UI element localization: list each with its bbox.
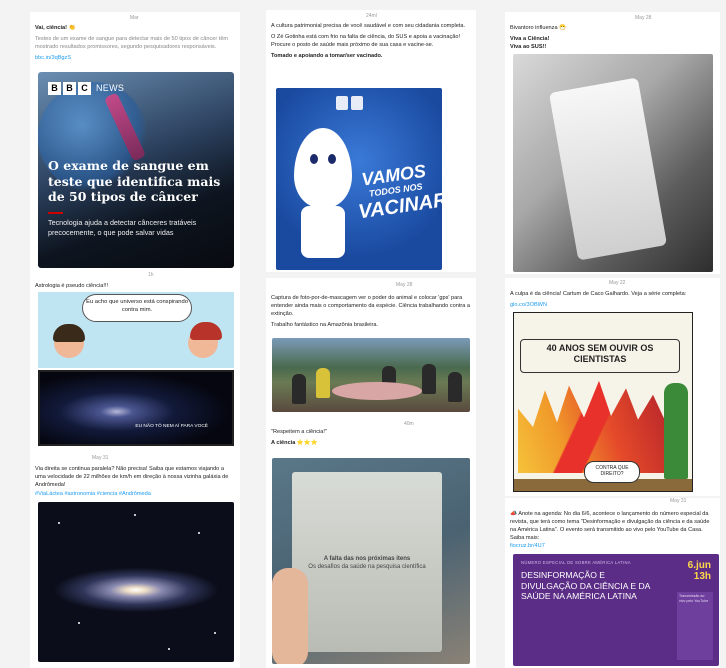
tweet-body: "Respeitem a ciência!" bbox=[271, 429, 327, 435]
tweet-line: Viva a Ciência! bbox=[510, 36, 550, 43]
andromeda-image[interactable] bbox=[38, 502, 234, 662]
tweet-body: Trabalho fantástico na Amazônia brasilei… bbox=[271, 322, 379, 329]
bbc-news-image[interactable]: BBC NEWS O exame de sangue em teste que … bbox=[38, 72, 234, 268]
ze-gotinha-body bbox=[301, 206, 345, 258]
conversation-cartoon[interactable]: Eu acho que universo está conspirando co… bbox=[38, 292, 234, 368]
tweet-date: May 28 bbox=[635, 15, 652, 21]
vacinar-poster[interactable]: VAMOS TODOS NOS VACINAR! bbox=[276, 88, 442, 270]
tweet-body: A culpa é da ciência! Cartum de Caco Gal… bbox=[510, 291, 687, 297]
vacinar-text: VAMOS TODOS NOS VACINAR! bbox=[357, 160, 442, 224]
plaster-cast bbox=[548, 77, 668, 261]
image-headline: O exame de sangue em teste que identific… bbox=[48, 158, 221, 205]
tweet-body: Captura de foto-por-de-mascagem ver o po… bbox=[271, 295, 471, 318]
tweet-body: A cultura patrimonial precisa de você sa… bbox=[271, 23, 466, 29]
tweet-line: Viva ao SUS!! bbox=[510, 44, 547, 51]
tweet-date: 1h bbox=[148, 272, 154, 278]
tweet-card-book[interactable]: 40m "Respeitem a ciência!" A ciência ⭐⭐⭐… bbox=[266, 418, 476, 668]
tweet-date: May 31 bbox=[670, 498, 687, 504]
tweet-link[interactable]: glo.co/3OBWN bbox=[510, 302, 547, 308]
tweet-handle-text: Vai, ciência! 👏 bbox=[35, 25, 76, 31]
pink-dolphin bbox=[332, 382, 422, 400]
red-accent-bar bbox=[48, 212, 63, 214]
tweet-body: Astrologia é pseudo ciência!!! bbox=[35, 283, 109, 289]
tree bbox=[664, 383, 688, 479]
tweet-line: Bivantoro influenza 😷 bbox=[510, 25, 567, 31]
ze-gotinha-head bbox=[294, 128, 352, 208]
tweet-body: Testes de um exame de sangue para detect… bbox=[35, 36, 229, 51]
tweet-date: 40m bbox=[404, 421, 414, 427]
tweet-body: Via direita se continua paralela? Não pr… bbox=[35, 466, 229, 489]
fire-flames bbox=[518, 381, 668, 473]
speech-bubble: Eu acho que universo está conspirando co… bbox=[82, 294, 192, 322]
event-panel: Transmissão ao vivo pelo YouTube bbox=[677, 592, 713, 660]
tweet-card-cast[interactable]: May 28 Bivantoro influenza 😷 Viva a Ciên… bbox=[505, 12, 720, 274]
event-date: 6.jun 13h bbox=[687, 560, 711, 582]
comic-strip[interactable]: 40 ANOS SEM OUVIR OS CIENTISTAS CONTRA Q… bbox=[513, 312, 693, 492]
tweet-body: 📣 Anote na agenda: No dia 6/6, acontece … bbox=[510, 511, 710, 542]
tweet-tags[interactable]: #ViaLáctea #astronomia #ciencia #Andrôme… bbox=[35, 491, 151, 497]
tweet-link[interactable]: bbc.in/3qBgzS bbox=[35, 55, 71, 61]
tweet-date: 24ml bbox=[366, 13, 377, 19]
tweet-card-comic[interactable]: May 22 A culpa é da ciência! Cartum de C… bbox=[505, 278, 720, 496]
tweet-card-andromeda[interactable]: May 31 Via direita se continua paralela?… bbox=[30, 452, 240, 668]
tweet-card-vaccine[interactable]: 24ml A cultura patrimonial precisa de vo… bbox=[266, 10, 476, 272]
amazon-photo[interactable] bbox=[272, 338, 470, 412]
tweet-card-amazon[interactable]: May 28 Captura de foto-por-de-mascagem v… bbox=[266, 278, 476, 418]
event-banner[interactable]: NÚMERO ESPECIAL DE SOBRE AMÉRICA LATINA … bbox=[513, 554, 719, 666]
hand bbox=[272, 568, 308, 664]
cast-photo[interactable] bbox=[513, 54, 713, 272]
comic-speech: CONTRA QUE DIREITO? bbox=[584, 461, 640, 483]
image-subtitle: Tecnologia ajuda a detectar cânceres tra… bbox=[48, 218, 197, 237]
book-cover: A falta das nos próximas itens Os desafi… bbox=[292, 472, 442, 652]
logo-badges bbox=[336, 96, 363, 110]
galaxy-image[interactable]: EU NÃO TÔ NEM AÍ PARA VOCÊ bbox=[38, 370, 234, 446]
tweet-card-blood-test[interactable]: Mar Vai, ciência! 👏 Testes de um exame d… bbox=[30, 12, 240, 274]
tweet-body: O Zé Gotinha está com frio na falta de c… bbox=[271, 34, 461, 49]
tweet-link[interactable]: fiocruz.br/4U7 bbox=[510, 543, 545, 549]
bbc-logo: BBC NEWS bbox=[48, 82, 124, 96]
tweet-date: May 22 bbox=[609, 280, 626, 286]
tweet-body: Tomado e apoiando a tomar/ser vacinado. bbox=[271, 53, 383, 60]
comic-sign: 40 ANOS SEM OUVIR OS CIENTISTAS bbox=[520, 339, 680, 373]
tweet-card-event[interactable]: May 31 📣 Anote na agenda: No dia 6/6, ac… bbox=[505, 498, 720, 668]
tweet-date: May 31 bbox=[92, 455, 109, 461]
event-title: DESINFORMAÇÃO E DIVULGAÇÃO DA CIÊNCIA E … bbox=[521, 570, 650, 602]
galaxy-caption: EU NÃO TÔ NEM AÍ PARA VOCÊ bbox=[135, 424, 208, 430]
tweet-card-astrology[interactable]: 1h Astrologia é pseudo ciência!!! Eu ach… bbox=[30, 272, 240, 452]
tweet-date: Mar bbox=[130, 15, 139, 21]
event-header: NÚMERO ESPECIAL DE SOBRE AMÉRICA LATINA bbox=[521, 560, 631, 565]
tweet-body: A ciência ⭐⭐⭐ bbox=[271, 440, 318, 447]
tweet-date: May 28 bbox=[396, 282, 413, 288]
book-photo[interactable]: A falta das nos próximas itens Os desafi… bbox=[272, 458, 470, 664]
